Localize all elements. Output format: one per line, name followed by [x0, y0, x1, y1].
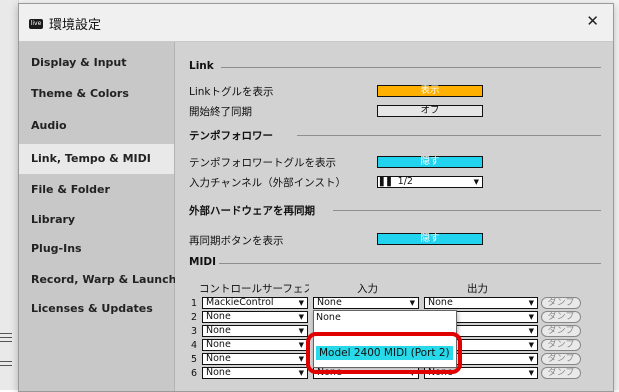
section-header-midi: MIDI — [189, 256, 216, 268]
control-surface-dropdown-1[interactable]: MackieControl ▼ — [202, 297, 308, 309]
section-divider — [221, 67, 601, 68]
chevron-down-icon: ▼ — [528, 313, 534, 321]
control-surface-dropdown-4[interactable]: None ▼ — [202, 339, 308, 351]
midi-output-value: None — [428, 297, 453, 308]
chevron-down-icon: ▼ — [528, 299, 534, 307]
resync-button-toggle[interactable]: 隠す — [377, 233, 483, 245]
sidebar-item-licenses-updates[interactable]: Licenses & Updates — [19, 294, 174, 324]
sidebar-item-display-input[interactable]: Display & Input — [19, 48, 174, 78]
panel-marker — [0, 361, 12, 362]
panel-marker — [0, 341, 12, 342]
dump-button-6[interactable]: ダンプ — [541, 367, 581, 379]
start-stop-sync-label: 開始終了同期 — [189, 106, 252, 118]
panel-marker — [0, 337, 12, 338]
sidebar-item-link-tempo-midi[interactable]: Link, Tempo & MIDI — [19, 144, 174, 174]
dump-button-1[interactable]: ダンプ — [541, 297, 581, 309]
sidebar-item-record-warp-launch[interactable]: Record, Warp & Launch — [19, 265, 176, 295]
chevron-down-icon: ▼ — [298, 327, 304, 335]
control-surface-dropdown-2[interactable]: None ▼ — [202, 311, 308, 323]
link-toggle-label: Linkトグルを表示 — [189, 86, 274, 98]
popup-item-none[interactable]: None — [316, 312, 341, 323]
control-surface-value: None — [206, 367, 231, 378]
control-surface-dropdown-5[interactable]: None ▼ — [202, 353, 308, 365]
chevron-down-icon: ▼ — [528, 341, 534, 349]
section-divider — [219, 263, 601, 264]
resync-button-label: 再同期ボタンを表示 — [189, 235, 284, 247]
dump-button-4[interactable]: ダンプ — [541, 339, 581, 351]
column-header-control-surface: コントロールサーフェス — [199, 283, 309, 295]
chevron-down-icon: ▼ — [298, 299, 304, 307]
title-bar: live 環境設定 ✕ — [19, 4, 613, 42]
link-toggle-button[interactable]: 表示 — [377, 85, 483, 97]
input-channel-dropdown[interactable]: ▌▌ 1/2 ▼ — [377, 176, 483, 188]
red-highlight-annotation — [306, 332, 462, 374]
section-divider — [297, 135, 601, 136]
control-surface-dropdown-6[interactable]: None ▼ — [202, 367, 308, 379]
control-surface-value: None — [206, 339, 231, 350]
tempo-follower-toggle-label: テンポフォロワートグルを表示 — [189, 157, 336, 169]
dump-button-3[interactable]: ダンプ — [541, 325, 581, 337]
row-number: 5 — [191, 354, 198, 365]
control-surface-value: None — [206, 311, 231, 322]
dump-button-5[interactable]: ダンプ — [541, 353, 581, 365]
sidebar-item-file-folder[interactable]: File & Folder — [19, 175, 174, 205]
window-title: 環境設定 — [49, 18, 102, 33]
row-number: 3 — [191, 326, 198, 337]
close-icon[interactable]: ✕ — [586, 12, 599, 30]
column-header-input: 入力 — [357, 283, 378, 295]
input-channel-label: 入力チャンネル（外部インスト） — [189, 177, 346, 189]
dump-button-2[interactable]: ダンプ — [541, 311, 581, 323]
chevron-down-icon: ▼ — [298, 313, 304, 321]
tempo-follower-toggle-button[interactable]: 隠す — [377, 156, 483, 168]
panel-marker — [0, 333, 12, 334]
sidebar-item-library[interactable]: Library — [19, 205, 174, 235]
midi-input-dropdown-1[interactable]: None ▼ — [313, 297, 419, 309]
row-number: 1 — [191, 298, 198, 309]
control-surface-value: None — [206, 353, 231, 364]
chevron-down-icon: ▼ — [298, 341, 304, 349]
sidebar-item-plug-ins[interactable]: Plug-Ins — [19, 234, 174, 264]
sidebar-item-audio[interactable]: Audio — [19, 111, 174, 141]
section-header-tempo-follower: テンポフォロワー — [189, 130, 273, 142]
preferences-content: Link Linkトグルを表示 表示 開始終了同期 オフ テンポフォロワー テン… — [175, 42, 613, 391]
channel-bars-icon: ▌▌ — [380, 176, 395, 187]
column-header-output: 出力 — [467, 283, 488, 295]
control-surface-dropdown-3[interactable]: None ▼ — [202, 325, 308, 337]
chevron-down-icon: ▼ — [528, 369, 534, 377]
chevron-down-icon: ▼ — [528, 355, 534, 363]
preferences-window: live 環境設定 ✕ Display & Input Theme & Colo… — [18, 3, 614, 392]
section-header-link: Link — [189, 60, 214, 72]
midi-output-dropdown-1[interactable]: None ▼ — [424, 297, 538, 309]
row-number: 6 — [191, 368, 198, 379]
preferences-sidebar: Display & Input Theme & Colors Audio Lin… — [19, 42, 176, 391]
row-number: 4 — [191, 340, 198, 351]
midi-input-value: None — [317, 297, 342, 308]
chevron-down-icon: ▼ — [409, 299, 415, 307]
control-surface-value: None — [206, 325, 231, 336]
chevron-down-icon: ▼ — [298, 355, 304, 363]
panel-marker — [0, 365, 12, 366]
input-channel-value: 1/2 — [397, 176, 413, 187]
row-number: 2 — [191, 312, 198, 323]
background-panel-edge — [0, 0, 19, 390]
control-surface-value: MackieControl — [206, 297, 274, 308]
start-stop-sync-button[interactable]: オフ — [377, 105, 483, 117]
chevron-down-icon: ▼ — [473, 178, 479, 186]
chevron-down-icon: ▼ — [298, 369, 304, 377]
section-divider — [333, 210, 601, 211]
sidebar-item-theme-colors[interactable]: Theme & Colors — [19, 79, 174, 109]
chevron-down-icon: ▼ — [528, 327, 534, 335]
live-app-icon: live — [29, 19, 43, 29]
section-header-resync: 外部ハードウェアを再同期 — [189, 205, 315, 217]
